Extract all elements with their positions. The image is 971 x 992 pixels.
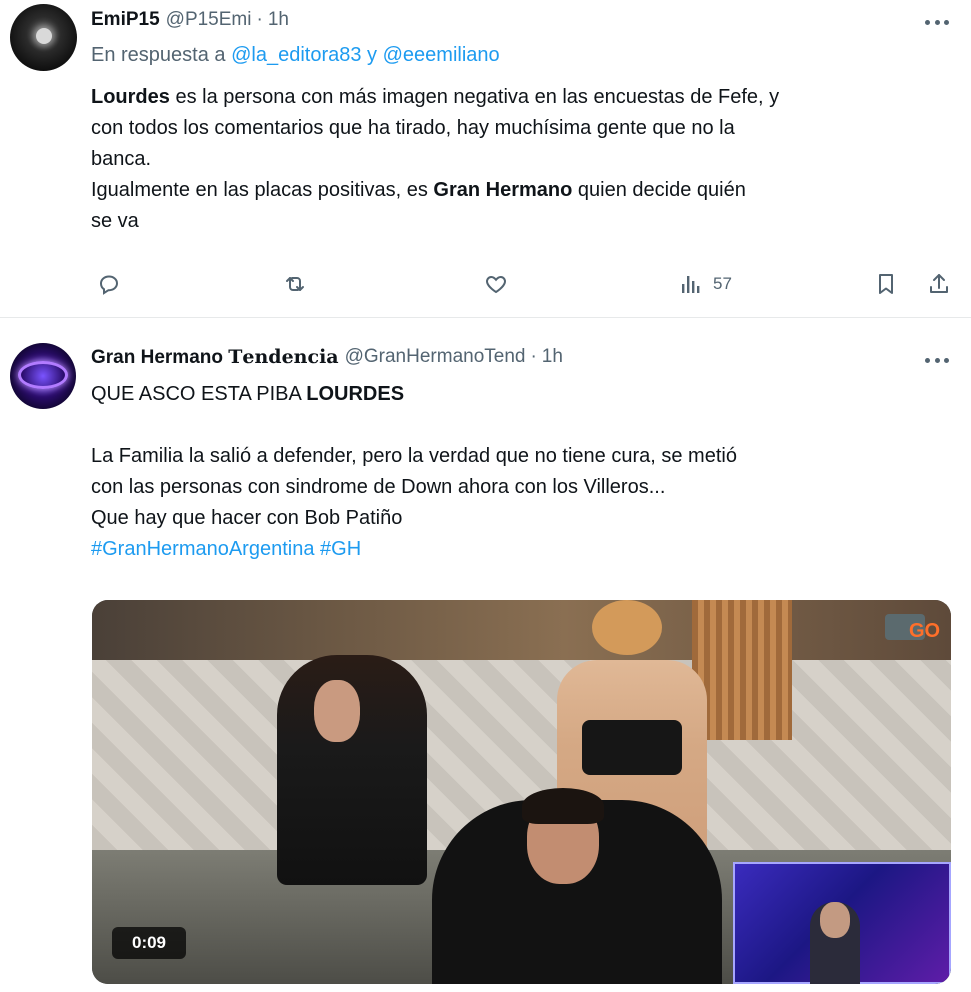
retweet-icon xyxy=(286,277,304,291)
video-frame-hair xyxy=(522,788,604,824)
user-handle[interactable]: @GranHermanoTend xyxy=(345,346,526,368)
avatar[interactable] xyxy=(10,343,76,409)
display-name-part: Gran Hermano xyxy=(91,346,229,368)
video-frame-cabinets xyxy=(92,600,951,660)
timestamp[interactable]: 1h xyxy=(542,346,563,368)
heart-icon xyxy=(486,275,506,294)
tweet-header: Gran Hermano 𝐓𝐞𝐧𝐝𝐞𝐧𝐜𝐢𝐚 @GranHermanoTend … xyxy=(91,343,563,371)
mention-link[interactable]: @la_editora83 xyxy=(231,44,361,66)
tweet-text: QUE ASCO ESTA PIBA LOURDES La Familia la… xyxy=(91,379,951,565)
hashtag-link[interactable]: #GranHermanoArgentina xyxy=(91,538,314,560)
timestamp[interactable]: 1h xyxy=(268,9,289,31)
text-line: con las personas con sindrome de Down ah… xyxy=(91,476,666,498)
mention-link[interactable]: @eeemiliano xyxy=(383,44,500,66)
tweet-text: Lourdes es la persona con más imagen neg… xyxy=(91,82,951,237)
video-frame-top xyxy=(582,720,682,775)
channel-bug-logo: GO xyxy=(885,610,945,650)
text-line: con todos los comentarios que ha tirado,… xyxy=(91,117,735,139)
reply-prefix: En respuesta a xyxy=(91,44,232,66)
share-icon xyxy=(930,274,948,293)
avatar-logo-ring xyxy=(18,361,68,389)
text-line: banca. xyxy=(91,148,152,170)
reply-context: En respuesta a @la_editora83 y @eeemilia… xyxy=(91,44,500,67)
like-button[interactable] xyxy=(484,266,508,302)
display-name[interactable]: Gran Hermano 𝐓𝐞𝐧𝐝𝐞𝐧𝐜𝐢𝐚 xyxy=(91,346,339,369)
video-frame-wood-panel xyxy=(692,600,792,740)
display-name-part: 𝐓𝐞𝐧𝐝𝐞𝐧𝐜𝐢𝐚 xyxy=(228,345,339,368)
more-options-icon[interactable] xyxy=(925,356,949,364)
text-line: quien decide quién xyxy=(572,179,746,201)
views-button[interactable]: 57 xyxy=(679,266,732,302)
text-line: se va xyxy=(91,210,139,232)
video-player[interactable]: GO xyxy=(92,600,951,984)
reply-icon xyxy=(99,275,119,295)
text-line: La Familia la salió a defender, pero la … xyxy=(91,445,737,467)
views-icon xyxy=(682,276,700,293)
share-button[interactable] xyxy=(927,266,951,302)
tweet-emip15[interactable]: EmiP15 @P15Emi · 1h En respuesta a @la_e… xyxy=(0,0,971,318)
text-bold: LOURDES xyxy=(306,383,405,405)
bookmark-icon xyxy=(879,274,893,294)
bookmark-button[interactable] xyxy=(874,266,898,302)
text-line: Igualmente en las placas positivas, es xyxy=(91,179,434,201)
more-options-icon[interactable] xyxy=(925,18,949,26)
action-bar: 57 xyxy=(91,266,961,302)
avatar[interactable] xyxy=(10,4,77,71)
views-count: 57 xyxy=(713,274,732,293)
video-frame-hair xyxy=(592,600,662,655)
separator-dot: · xyxy=(530,346,537,367)
text-line: Que hay que hacer con Bob Patiño xyxy=(91,507,403,529)
avatar-disc xyxy=(36,28,52,44)
text-line: QUE ASCO ESTA PIBA xyxy=(91,383,307,405)
display-name[interactable]: EmiP15 xyxy=(91,9,160,31)
text-bold: Lourdes xyxy=(91,86,170,108)
video-frame-face xyxy=(314,680,360,742)
video-pip-face xyxy=(820,902,850,938)
text-bold: Gran Hermano xyxy=(433,179,573,201)
tweet-header: EmiP15 @P15Emi · 1h xyxy=(91,6,289,34)
video-duration-badge: 0:09 xyxy=(112,927,186,959)
separator-dot: · xyxy=(256,9,263,30)
tweet-granhermanotend[interactable]: Gran Hermano 𝐓𝐞𝐧𝐝𝐞𝐧𝐜𝐢𝐚 @GranHermanoTend … xyxy=(0,319,971,992)
retweet-button[interactable] xyxy=(283,266,307,302)
reply-button[interactable] xyxy=(97,266,121,302)
user-handle[interactable]: @P15Emi xyxy=(166,9,252,31)
text-line: es la persona con más imagen negativa en… xyxy=(169,86,780,108)
reply-and: y xyxy=(361,44,383,66)
channel-bug-text: GO xyxy=(909,620,941,642)
hashtag-link[interactable]: #GH xyxy=(320,538,361,560)
